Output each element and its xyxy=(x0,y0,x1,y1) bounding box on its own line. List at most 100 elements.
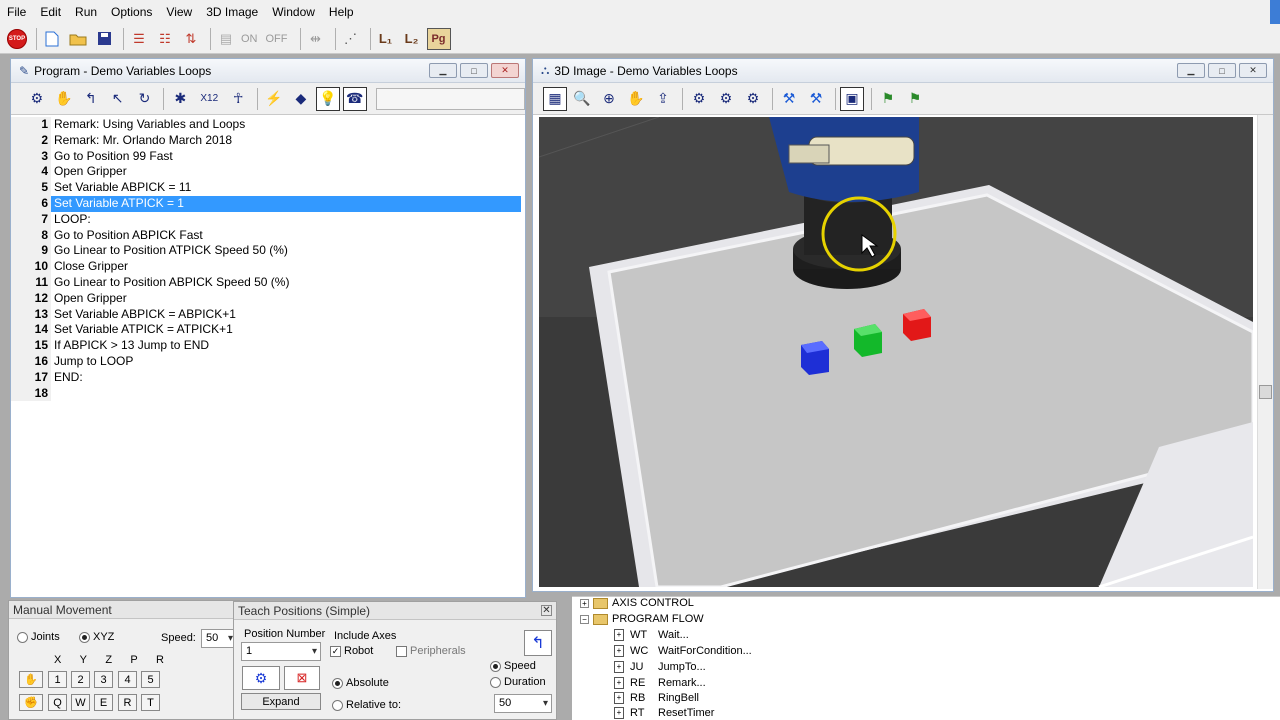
joints-radio[interactable] xyxy=(17,631,28,643)
settings-alt-icon[interactable]: ⚑ xyxy=(903,87,927,111)
tree-item[interactable]: + RB RingBell xyxy=(614,692,699,704)
duration-radio[interactable] xyxy=(490,676,501,688)
minimize-button[interactable]: ▁ xyxy=(429,63,457,78)
if-icon[interactable]: ⚡ xyxy=(262,87,286,111)
program-line[interactable]: 5 Set Variable ABPICK = 11 xyxy=(11,180,525,196)
tree-folder-axis-control[interactable]: + AXIS CONTROL xyxy=(580,597,694,609)
menu-edit[interactable]: Edit xyxy=(33,5,68,19)
key-e[interactable]: E xyxy=(94,694,113,711)
key-1[interactable]: 1 xyxy=(48,671,67,688)
peripherals-option[interactable]: Peripherals xyxy=(396,645,466,657)
save-button[interactable] xyxy=(93,28,115,50)
program-line[interactable]: 14 Set Variable ATPICK = ATPICK+1 xyxy=(11,322,525,339)
manual-speed-select[interactable]: 50 xyxy=(201,629,237,648)
off-toggle[interactable]: OFF xyxy=(266,33,288,45)
go-to-position-button[interactable]: ↰ xyxy=(524,630,552,656)
menu-file[interactable]: File xyxy=(0,5,33,19)
program-line[interactable]: 3 Go to Position 99 Fast xyxy=(11,148,525,165)
gripper-close-button[interactable]: ✊ xyxy=(19,694,43,711)
3d-titlebar[interactable]: ⛬ 3D Image - Demo Variables Loops ▁ □ ✕ xyxy=(533,59,1273,83)
program-titlebar[interactable]: ✎ Program - Demo Variables Loops ▁ □ ✕ xyxy=(11,59,525,83)
menu-3d-image[interactable]: 3D Image xyxy=(199,5,265,19)
absolute-radio[interactable] xyxy=(332,677,343,689)
settings-icon[interactable]: ⚑ xyxy=(876,87,900,111)
step-button[interactable]: ⇹ xyxy=(305,28,327,50)
robot-checkbox[interactable]: ✓ xyxy=(330,645,341,657)
menu-help[interactable]: Help xyxy=(322,5,361,19)
key-4[interactable]: 4 xyxy=(118,671,137,688)
program-line[interactable]: 9 Go Linear to Position ATPICK Speed 50 (… xyxy=(11,243,525,260)
gripper-open-button[interactable]: ✋ xyxy=(19,671,43,688)
tree-folder-program-flow[interactable]: − PROGRAM FLOW xyxy=(580,613,704,625)
xyz-radio[interactable] xyxy=(79,631,90,643)
program-line[interactable]: 17 END: xyxy=(11,369,525,386)
collapse-icon[interactable]: − xyxy=(580,614,589,624)
program-line[interactable]: 1 Remark: Using Variables and Loops xyxy=(11,117,525,133)
new-file-button[interactable] xyxy=(41,28,63,50)
move-linear-icon[interactable]: ↰ xyxy=(79,87,103,111)
program-line[interactable]: 4 Open Gripper xyxy=(11,164,525,181)
speed-option[interactable]: Speed xyxy=(490,660,536,672)
view-top-icon[interactable]: ⚙ xyxy=(741,87,765,111)
program-window-button[interactable]: Pg xyxy=(426,27,451,50)
camera-icon[interactable]: ⚒ xyxy=(777,87,801,111)
teach-robot-button[interactable]: ⚙ xyxy=(242,666,280,690)
teach-speed-select[interactable]: 50 xyxy=(494,694,552,713)
menu-options[interactable]: Options xyxy=(104,5,159,19)
open-file-button[interactable] xyxy=(67,28,89,50)
key-3[interactable]: 3 xyxy=(94,671,113,688)
view-front-icon[interactable]: ⚙ xyxy=(687,87,711,111)
key-t[interactable]: T xyxy=(141,694,160,711)
program-line[interactable]: 15 If ABPICK > 13 Jump to END xyxy=(11,338,525,354)
close-icon[interactable]: ✕ xyxy=(541,605,552,616)
program-line[interactable]: 11 Go Linear to Position ABPICK Speed 50 … xyxy=(11,274,525,291)
minimize-button[interactable]: ▁ xyxy=(1177,63,1205,78)
graph-button[interactable]: ⋰ xyxy=(340,28,362,50)
tree-item[interactable]: + JU JumpTo... xyxy=(614,661,706,673)
peripherals-checkbox[interactable] xyxy=(396,645,407,657)
tree-item[interactable]: + RT ResetTimer xyxy=(614,707,714,719)
robot-option[interactable]: ✓ Robot xyxy=(330,645,373,657)
close-button[interactable]: ✕ xyxy=(491,63,519,78)
key-q[interactable]: Q xyxy=(48,694,67,711)
program-line[interactable]: 10 Close Gripper xyxy=(11,259,525,275)
tree-item[interactable]: + RE Remark... xyxy=(614,677,706,689)
delete-position-button[interactable]: ⊠ xyxy=(284,666,320,690)
program-line[interactable]: 2 Remark: Mr. Orlando March 2018 xyxy=(11,132,525,149)
export-icon[interactable]: ⇪ xyxy=(651,87,675,111)
key-2[interactable]: 2 xyxy=(71,671,90,688)
l1-button[interactable]: L₁ xyxy=(375,28,397,50)
joints-option[interactable]: Joints xyxy=(17,631,60,643)
variable-x12-button[interactable]: X12 xyxy=(195,87,223,111)
relative-radio[interactable] xyxy=(332,699,343,711)
connect-button[interactable]: ▤ xyxy=(215,28,237,50)
key-r[interactable]: R xyxy=(118,694,137,711)
command-field[interactable] xyxy=(375,87,526,110)
program-line[interactable]: 8 Go to Position ABPICK Fast xyxy=(11,227,525,244)
move-icon[interactable]: ↖ xyxy=(106,87,130,111)
program-line[interactable]: 12 Open Gripper xyxy=(11,290,525,307)
absolute-option[interactable]: Absolute xyxy=(332,677,389,689)
program-line[interactable]: 7 LOOP: xyxy=(11,211,525,228)
program-line[interactable]: 6 Set Variable ATPICK = 1 xyxy=(11,195,525,212)
duration-option[interactable]: Duration xyxy=(490,676,546,688)
program-line[interactable]: 16 Jump to LOOP xyxy=(11,353,525,370)
circular-move-icon[interactable]: ↻ xyxy=(133,87,157,111)
xyz-option[interactable]: XYZ xyxy=(79,631,114,643)
menu-run[interactable]: Run xyxy=(68,5,104,19)
robot-arm-icon[interactable]: ⚙ xyxy=(25,87,49,111)
scene-icon[interactable]: ▦ xyxy=(543,86,567,111)
zoom-icon[interactable]: 🔍 xyxy=(570,87,594,111)
jump-icon[interactable]: ◆ xyxy=(289,87,313,111)
view-side-icon[interactable]: ⚙ xyxy=(714,87,738,111)
wait-icon[interactable]: ✱ xyxy=(168,87,192,111)
maximize-button[interactable]: □ xyxy=(1208,63,1236,78)
close-button[interactable]: ✕ xyxy=(1239,63,1267,78)
menu-window[interactable]: Window xyxy=(265,5,322,19)
l2-button[interactable]: L₂ xyxy=(401,28,423,50)
expand-icon[interactable]: + xyxy=(580,598,589,608)
on-toggle[interactable]: ON xyxy=(241,33,258,45)
insert-line-button[interactable]: ☰ xyxy=(128,28,150,50)
zoom-area-icon[interactable]: ⊕ xyxy=(597,87,621,111)
program-line[interactable]: 13 Set Variable ABPICK = ABPICK+1 xyxy=(11,306,525,323)
